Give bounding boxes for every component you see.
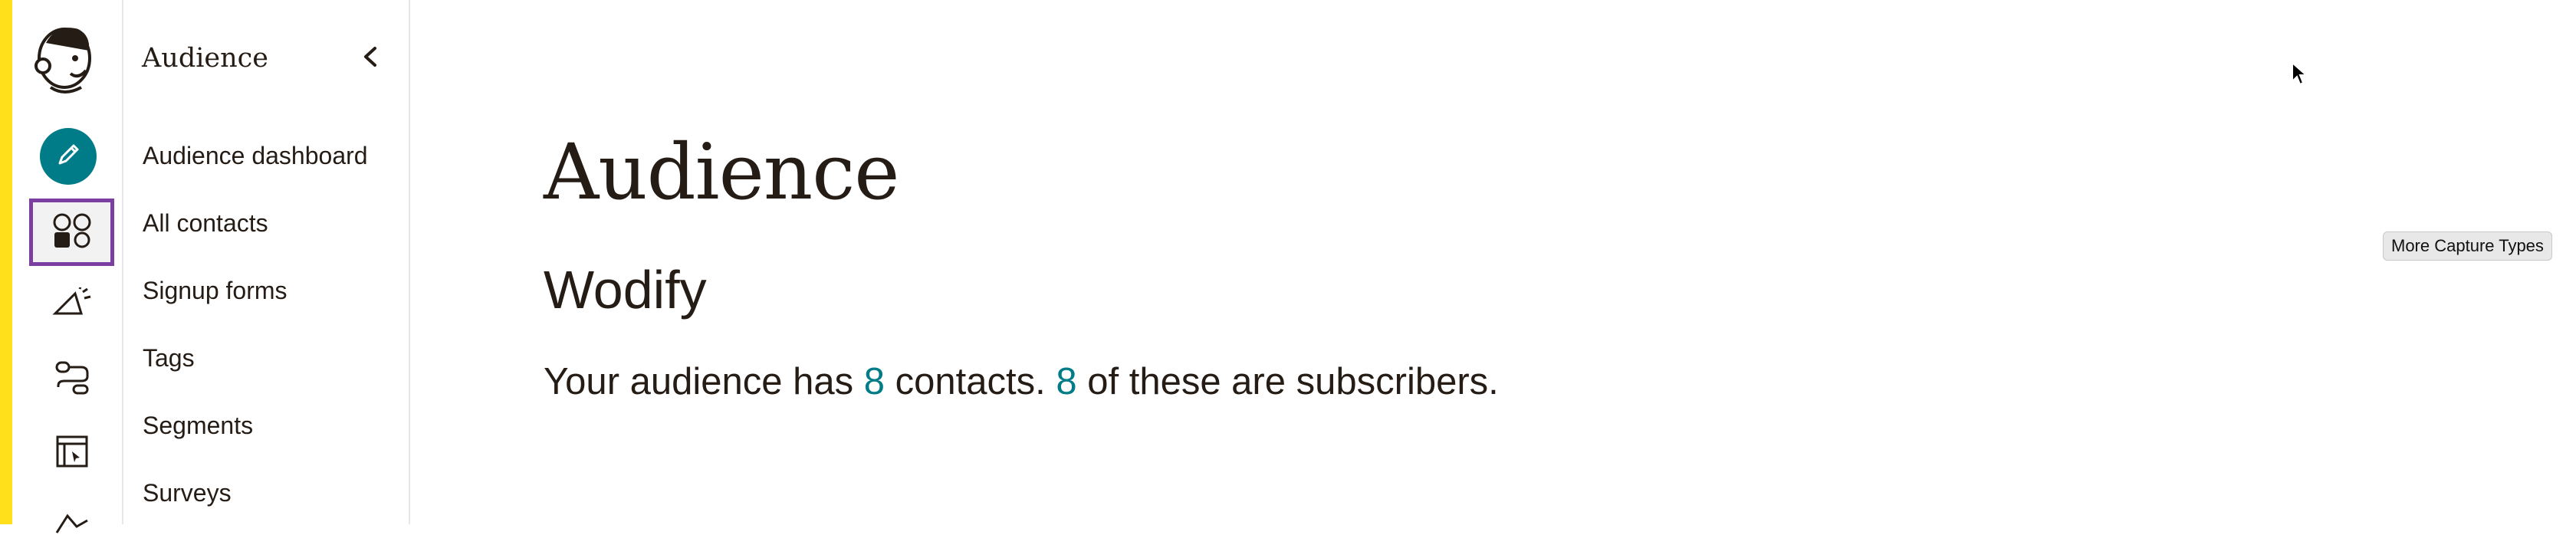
pencil-icon [55,142,81,172]
collapse-sidebar-button[interactable] [353,41,387,75]
campaigns-nav-item[interactable] [31,273,112,336]
content-icon [54,510,90,544]
audience-name: Wodify [544,260,707,320]
subnav-item-segments[interactable]: Segments [143,412,253,440]
audience-subnav: Audience Audience dashboard All contacts… [123,0,410,524]
icon-rail [12,0,123,533]
campaigns-icon [51,284,92,322]
website-nav-item[interactable] [31,422,112,484]
subnav-item-surveys[interactable]: Surveys [143,479,232,507]
contacts-count-link[interactable]: 8 [864,361,885,402]
audience-summary: Your audience has 8 contacts. 8 of these… [544,360,1499,403]
mailchimp-logo-icon[interactable] [34,20,100,101]
mouse-cursor-icon [2291,61,2308,90]
automations-icon [54,359,90,400]
summary-prefix: Your audience has [544,361,864,402]
capture-tooltip[interactable]: More Capture Types [2383,231,2552,261]
main-content: Audience Wodify Your audience has 8 cont… [410,0,2576,524]
subnav-item-tags[interactable]: Tags [143,344,195,373]
chevron-left-icon [361,45,380,72]
subscribers-count-link[interactable]: 8 [1056,361,1076,402]
page-title: Audience [544,127,899,217]
content-nav-item[interactable] [31,495,112,558]
audience-icon [52,212,92,253]
summary-suffix: of these are subscribers. [1076,361,1499,402]
subnav-title: Audience [142,43,268,74]
subnav-item-signup-forms[interactable]: Signup forms [143,277,288,305]
subnav-item-audience-dashboard[interactable]: Audience dashboard [143,142,368,170]
audience-nav-item[interactable] [29,199,114,266]
create-button[interactable] [40,128,97,185]
automations-nav-item[interactable] [31,348,112,411]
website-icon [55,435,89,472]
brand-strip [0,0,12,524]
summary-middle: contacts. [885,361,1056,402]
subnav-item-all-contacts[interactable]: All contacts [143,209,268,238]
